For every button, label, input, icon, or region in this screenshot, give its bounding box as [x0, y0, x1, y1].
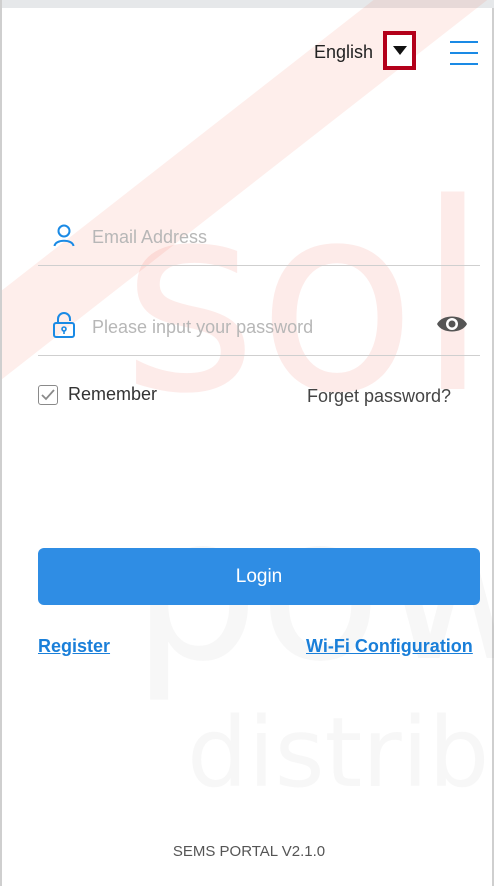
menu-line — [450, 63, 478, 65]
password-field[interactable]: Please input your password — [38, 295, 480, 356]
watermark-text-distrib: distrib — [187, 697, 490, 809]
wifi-configuration-link[interactable]: Wi-Fi Configuration — [306, 636, 473, 657]
login-button[interactable]: Login — [38, 548, 480, 605]
menu-line — [450, 41, 478, 43]
password-placeholder: Please input your password — [92, 317, 314, 337]
version-label: SEMS PORTAL V2.1.0 — [172, 843, 326, 860]
hamburger-menu-icon[interactable] — [450, 41, 478, 65]
top-strip — [2, 0, 494, 8]
remember-checkbox-row[interactable]: Remember — [38, 384, 157, 405]
user-icon — [53, 224, 75, 247]
eye-icon[interactable] — [436, 313, 468, 335]
caret-down-icon — [392, 46, 407, 55]
language-dropdown-button[interactable] — [383, 31, 416, 70]
background-watermark: sol pow distrib — [2, 0, 494, 886]
app-frame: sol pow distrib English Email Address Pl… — [0, 0, 494, 886]
register-link[interactable]: Register — [38, 636, 110, 657]
remember-checkbox[interactable] — [38, 384, 58, 405]
lock-icon — [53, 312, 75, 338]
language-selector[interactable]: English — [314, 42, 373, 63]
email-field[interactable]: Email Address — [38, 205, 480, 266]
menu-line — [450, 52, 478, 54]
remember-label: Remember — [68, 384, 158, 404]
forget-password-link[interactable]: Forget password? — [307, 386, 451, 407]
email-placeholder: Email Address — [92, 227, 208, 247]
check-icon — [41, 388, 55, 400]
